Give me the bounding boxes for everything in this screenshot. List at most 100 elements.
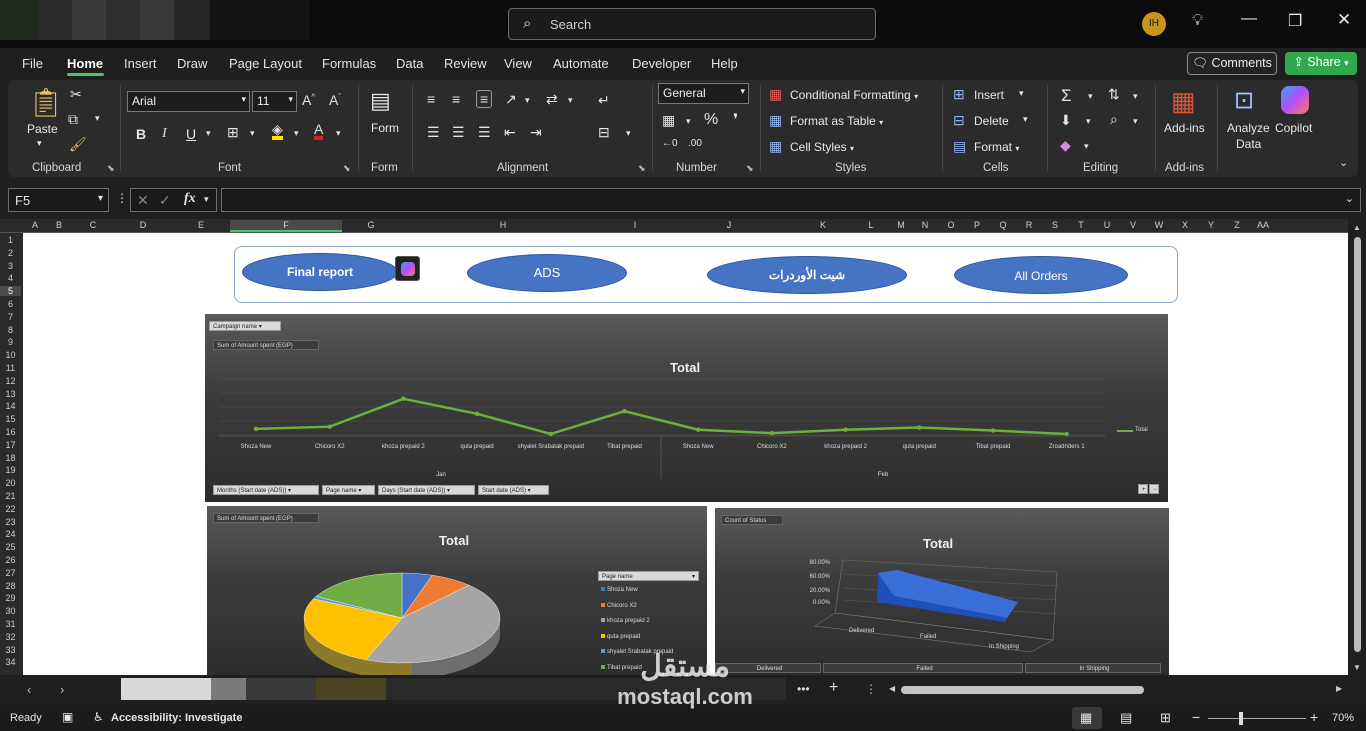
column-header-j[interactable]: J <box>664 220 794 230</box>
accessibility-icon[interactable]: ♿︎ <box>93 710 104 724</box>
clear-icon[interactable]: ◆ <box>1060 137 1071 154</box>
row-header-13[interactable]: 13 <box>0 389 21 399</box>
column-header-t[interactable]: T <box>1068 220 1094 230</box>
delete-dropdown-icon[interactable]: ▾ <box>1023 114 1028 125</box>
column-header-a[interactable]: A <box>24 220 46 230</box>
row-header-30[interactable]: 30 <box>0 606 21 616</box>
increase-indent-icon[interactable]: ⇥ <box>530 124 542 141</box>
row-header-2[interactable]: 2 <box>0 248 21 258</box>
column-header-q[interactable]: Q <box>990 220 1016 230</box>
row-header-14[interactable]: 14 <box>0 401 21 411</box>
row-header-5[interactable]: 5 <box>0 286 21 297</box>
font-color-dropdown-icon[interactable]: ▾ <box>336 128 341 139</box>
scroll-down-icon[interactable]: ▼ <box>1353 663 1361 672</box>
column-header-f[interactable]: F <box>230 220 342 232</box>
paste-dropdown-icon[interactable]: ▾ <box>37 138 42 149</box>
find-icon[interactable]: ⌕ <box>1110 111 1118 128</box>
row-header-3[interactable]: 3 <box>0 261 21 271</box>
decrease-decimal-icon[interactable]: .00 <box>688 138 702 149</box>
row-header-22[interactable]: 22 <box>0 504 21 514</box>
row-header-17[interactable]: 17 <box>0 440 21 450</box>
paste-icon[interactable]: 📋︎ <box>28 86 64 119</box>
row-header-12[interactable]: 12 <box>0 376 21 386</box>
copy-dropdown-icon[interactable]: ▾ <box>95 113 100 124</box>
column-header-o[interactable]: O <box>938 220 964 230</box>
comma-icon[interactable]: ❜ <box>733 110 738 130</box>
row-header-6[interactable]: 6 <box>0 299 21 309</box>
currency-icon[interactable]: ▦ <box>662 112 675 129</box>
row-header-34[interactable]: 34 <box>0 657 21 667</box>
row-header-4[interactable]: 4 <box>0 273 21 283</box>
format-as-table-button[interactable]: Format as Table ▾ <box>790 114 883 128</box>
function-dropdown-icon[interactable]: ▾ <box>204 194 209 205</box>
add-sheet-button[interactable]: + <box>829 679 838 697</box>
copilot-label[interactable]: Copilot <box>1275 121 1312 135</box>
underline-icon[interactable]: U <box>186 126 196 142</box>
tab-home[interactable]: Home <box>67 56 103 71</box>
fill-icon[interactable]: ⬇ <box>1060 112 1072 129</box>
row-header-15[interactable]: 15 <box>0 414 21 424</box>
row-header-10[interactable]: 10 <box>0 350 21 360</box>
tab-insert[interactable]: Insert <box>124 56 157 71</box>
decrease-font-icon[interactable]: Aˇ <box>329 92 341 108</box>
analyze-data-label[interactable]: Analyze <box>1227 121 1270 135</box>
horizontal-scroll-thumb[interactable] <box>901 686 1144 694</box>
page-break-view-icon[interactable]: ⊞ <box>1160 710 1171 726</box>
column-header-aa[interactable]: AA <box>1250 220 1276 230</box>
column-header-d[interactable]: D <box>114 220 172 230</box>
find-dropdown-icon[interactable]: ▾ <box>1133 116 1138 127</box>
accessibility-status[interactable]: Accessibility: Investigate <box>111 712 242 724</box>
tab-file[interactable]: File <box>22 56 43 71</box>
tab-data[interactable]: Data <box>396 56 423 71</box>
column-header-y[interactable]: Y <box>1198 220 1224 230</box>
clipboard-launcher-icon[interactable]: ⬊ <box>107 163 115 174</box>
minimize-icon[interactable]: — <box>1241 10 1257 28</box>
insert-cells-button[interactable]: Insert <box>974 88 1004 102</box>
fill-color-icon[interactable]: ◈ <box>272 122 283 140</box>
zoom-out-button[interactable]: − <box>1192 709 1200 725</box>
column-header-u[interactable]: U <box>1094 220 1120 230</box>
column-header-g[interactable]: G <box>342 220 400 230</box>
row-header-24[interactable]: 24 <box>0 529 21 539</box>
alignment-launcher-icon[interactable]: ⬊ <box>638 163 646 174</box>
orientation-dropdown-icon[interactable]: ▾ <box>525 95 530 106</box>
zoom-slider-track[interactable] <box>1208 718 1306 719</box>
final-report-button[interactable]: Final report <box>242 253 398 291</box>
prev-sheet-icon[interactable]: ‹ <box>27 682 31 697</box>
row-header-28[interactable]: 28 <box>0 581 21 591</box>
row-header-8[interactable]: 8 <box>0 325 21 335</box>
days-filter-button[interactable]: Days (Start date (ADS)) ▾ <box>378 485 475 495</box>
tab-splitter-icon[interactable]: ⋮ <box>865 682 877 696</box>
scroll-up-icon[interactable]: ▲ <box>1353 223 1361 232</box>
zoom-level[interactable]: 70% <box>1332 712 1354 724</box>
row-header-31[interactable]: 31 <box>0 619 21 629</box>
tab-draw[interactable]: Draw <box>177 56 207 71</box>
normal-view-button[interactable]: ▦ <box>1072 707 1102 729</box>
fill-dropdown-icon[interactable]: ▾ <box>294 128 299 139</box>
column-header-b[interactable]: B <box>46 220 72 230</box>
tab-view[interactable]: View <box>504 56 532 71</box>
merge-dropdown-icon[interactable]: ▾ <box>626 128 631 139</box>
increase-decimal-icon[interactable]: ←0 <box>662 138 678 149</box>
column-header-c[interactable]: C <box>72 220 114 230</box>
copy-icon[interactable]: ⧉ <box>68 111 78 128</box>
underline-dropdown-icon[interactable]: ▾ <box>206 128 211 139</box>
conditional-formatting-button[interactable]: Conditional Formatting ▾ <box>790 88 918 102</box>
name-box[interactable]: F5 ▾ <box>8 188 109 212</box>
row-header-25[interactable]: 25 <box>0 542 21 552</box>
formula-input[interactable]: ⌄ <box>221 188 1361 212</box>
comments-button[interactable]: 🗨︎ Comments <box>1187 52 1277 75</box>
row-header-7[interactable]: 7 <box>0 312 21 322</box>
row-header-20[interactable]: 20 <box>0 478 21 488</box>
italic-icon[interactable]: I <box>162 126 167 142</box>
row-header-27[interactable]: 27 <box>0 568 21 578</box>
tab-automate[interactable]: Automate <box>553 56 609 71</box>
delete-cells-button[interactable]: Delete <box>974 114 1009 128</box>
percent-icon[interactable]: % <box>704 111 718 129</box>
merge-icon[interactable]: ⊟ <box>598 124 610 141</box>
font-size-select[interactable]: 11 ▾ <box>252 91 297 112</box>
pie-legend-filter-button[interactable]: Page name ▾ <box>598 571 699 581</box>
column-header-i[interactable]: I <box>606 220 664 230</box>
next-sheet-icon[interactable]: › <box>60 682 64 697</box>
column-header-h[interactable]: H <box>400 220 606 230</box>
